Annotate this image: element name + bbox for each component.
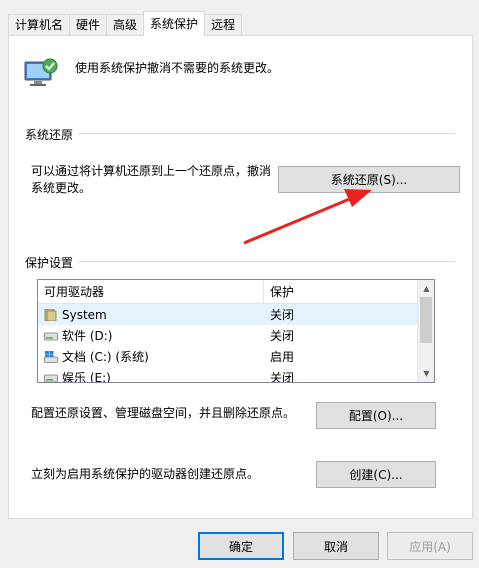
drive-name: System bbox=[62, 307, 107, 322]
disk-drive-icon bbox=[44, 374, 58, 382]
windows-drive-icon bbox=[44, 350, 58, 363]
system-restore-button[interactable]: 系统还原(S)... bbox=[278, 166, 460, 193]
tab-panel: 使用系统保护撤消不需要的系统更改。 系统还原 可以通过将计算机还原到上一个还原点… bbox=[8, 35, 473, 519]
restore-group-title: 系统还原 bbox=[25, 126, 80, 143]
drive-list[interactable]: 可用驱动器 保护 System 关闭 软件 (D:) 关闭 文档 (C:) (系… bbox=[37, 279, 435, 383]
header-text: 使用系统保护撤消不需要的系统更改。 bbox=[75, 61, 280, 75]
drive-name: 娱乐 (E:) bbox=[62, 371, 111, 383]
scroll-down-icon[interactable]: ▼ bbox=[418, 365, 434, 382]
configure-button[interactable]: 配置(O)... bbox=[316, 402, 436, 429]
create-description: 立刻为启用系统保护的驱动器创建还原点。 bbox=[31, 467, 260, 481]
drive-row[interactable]: 软件 (D:) 关闭 bbox=[38, 325, 434, 346]
folder-drive-icon bbox=[44, 308, 57, 321]
restore-description: 可以通过将计算机还原到上一个还原点，撤消 系统更改。 bbox=[31, 163, 271, 197]
drive-status: 关闭 bbox=[270, 308, 295, 322]
apply-button[interactable]: 应用(A) bbox=[387, 532, 473, 560]
drive-name: 软件 (D:) bbox=[62, 329, 113, 343]
restore-desc-line1: 可以通过将计算机还原到上一个还原点，撤消 bbox=[31, 164, 272, 178]
configure-description: 配置还原设置、管理磁盘空间，并且删除还原点。 bbox=[31, 406, 296, 420]
drive-status: 关闭 bbox=[270, 329, 295, 343]
tab-system-protection[interactable]: 系统保护 bbox=[143, 11, 206, 36]
drive-row[interactable]: 娱乐 (E:) 关闭 bbox=[38, 367, 434, 383]
drive-list-scrollbar[interactable]: ▲ ▼ bbox=[417, 280, 434, 382]
tab-strip: 计算机名 硬件 高级 系统保护 远程 bbox=[8, 11, 243, 36]
protection-divider bbox=[25, 261, 455, 262]
scroll-up-icon[interactable]: ▲ bbox=[418, 280, 434, 297]
disk-drive-icon bbox=[44, 332, 58, 340]
drive-name: 文档 (C:) (系统) bbox=[62, 350, 149, 364]
tab-advanced[interactable]: 高级 bbox=[106, 14, 145, 36]
column-header-drives[interactable]: 可用驱动器 bbox=[38, 280, 264, 303]
drive-row[interactable]: System 关闭 bbox=[38, 304, 434, 325]
restore-divider bbox=[25, 133, 455, 134]
drive-row[interactable]: 文档 (C:) (系统) 启用 bbox=[38, 346, 434, 367]
tab-remote[interactable]: 远程 bbox=[204, 14, 243, 36]
drive-list-header: 可用驱动器 保护 bbox=[38, 280, 434, 304]
ok-button[interactable]: 确定 bbox=[198, 532, 284, 560]
drive-status: 启用 bbox=[270, 350, 295, 364]
scroll-thumb[interactable] bbox=[420, 297, 432, 343]
tab-computer-name[interactable]: 计算机名 bbox=[8, 14, 71, 36]
tab-hardware[interactable]: 硬件 bbox=[69, 14, 108, 36]
create-button[interactable]: 创建(C)... bbox=[316, 461, 436, 488]
cancel-button[interactable]: 取消 bbox=[293, 532, 379, 560]
system-protection-icon bbox=[24, 58, 58, 86]
drive-status: 关闭 bbox=[270, 371, 295, 383]
protection-group-title: 保护设置 bbox=[25, 254, 80, 271]
restore-desc-line2: 系统更改。 bbox=[31, 181, 92, 195]
column-header-protection[interactable]: 保护 bbox=[264, 280, 416, 303]
